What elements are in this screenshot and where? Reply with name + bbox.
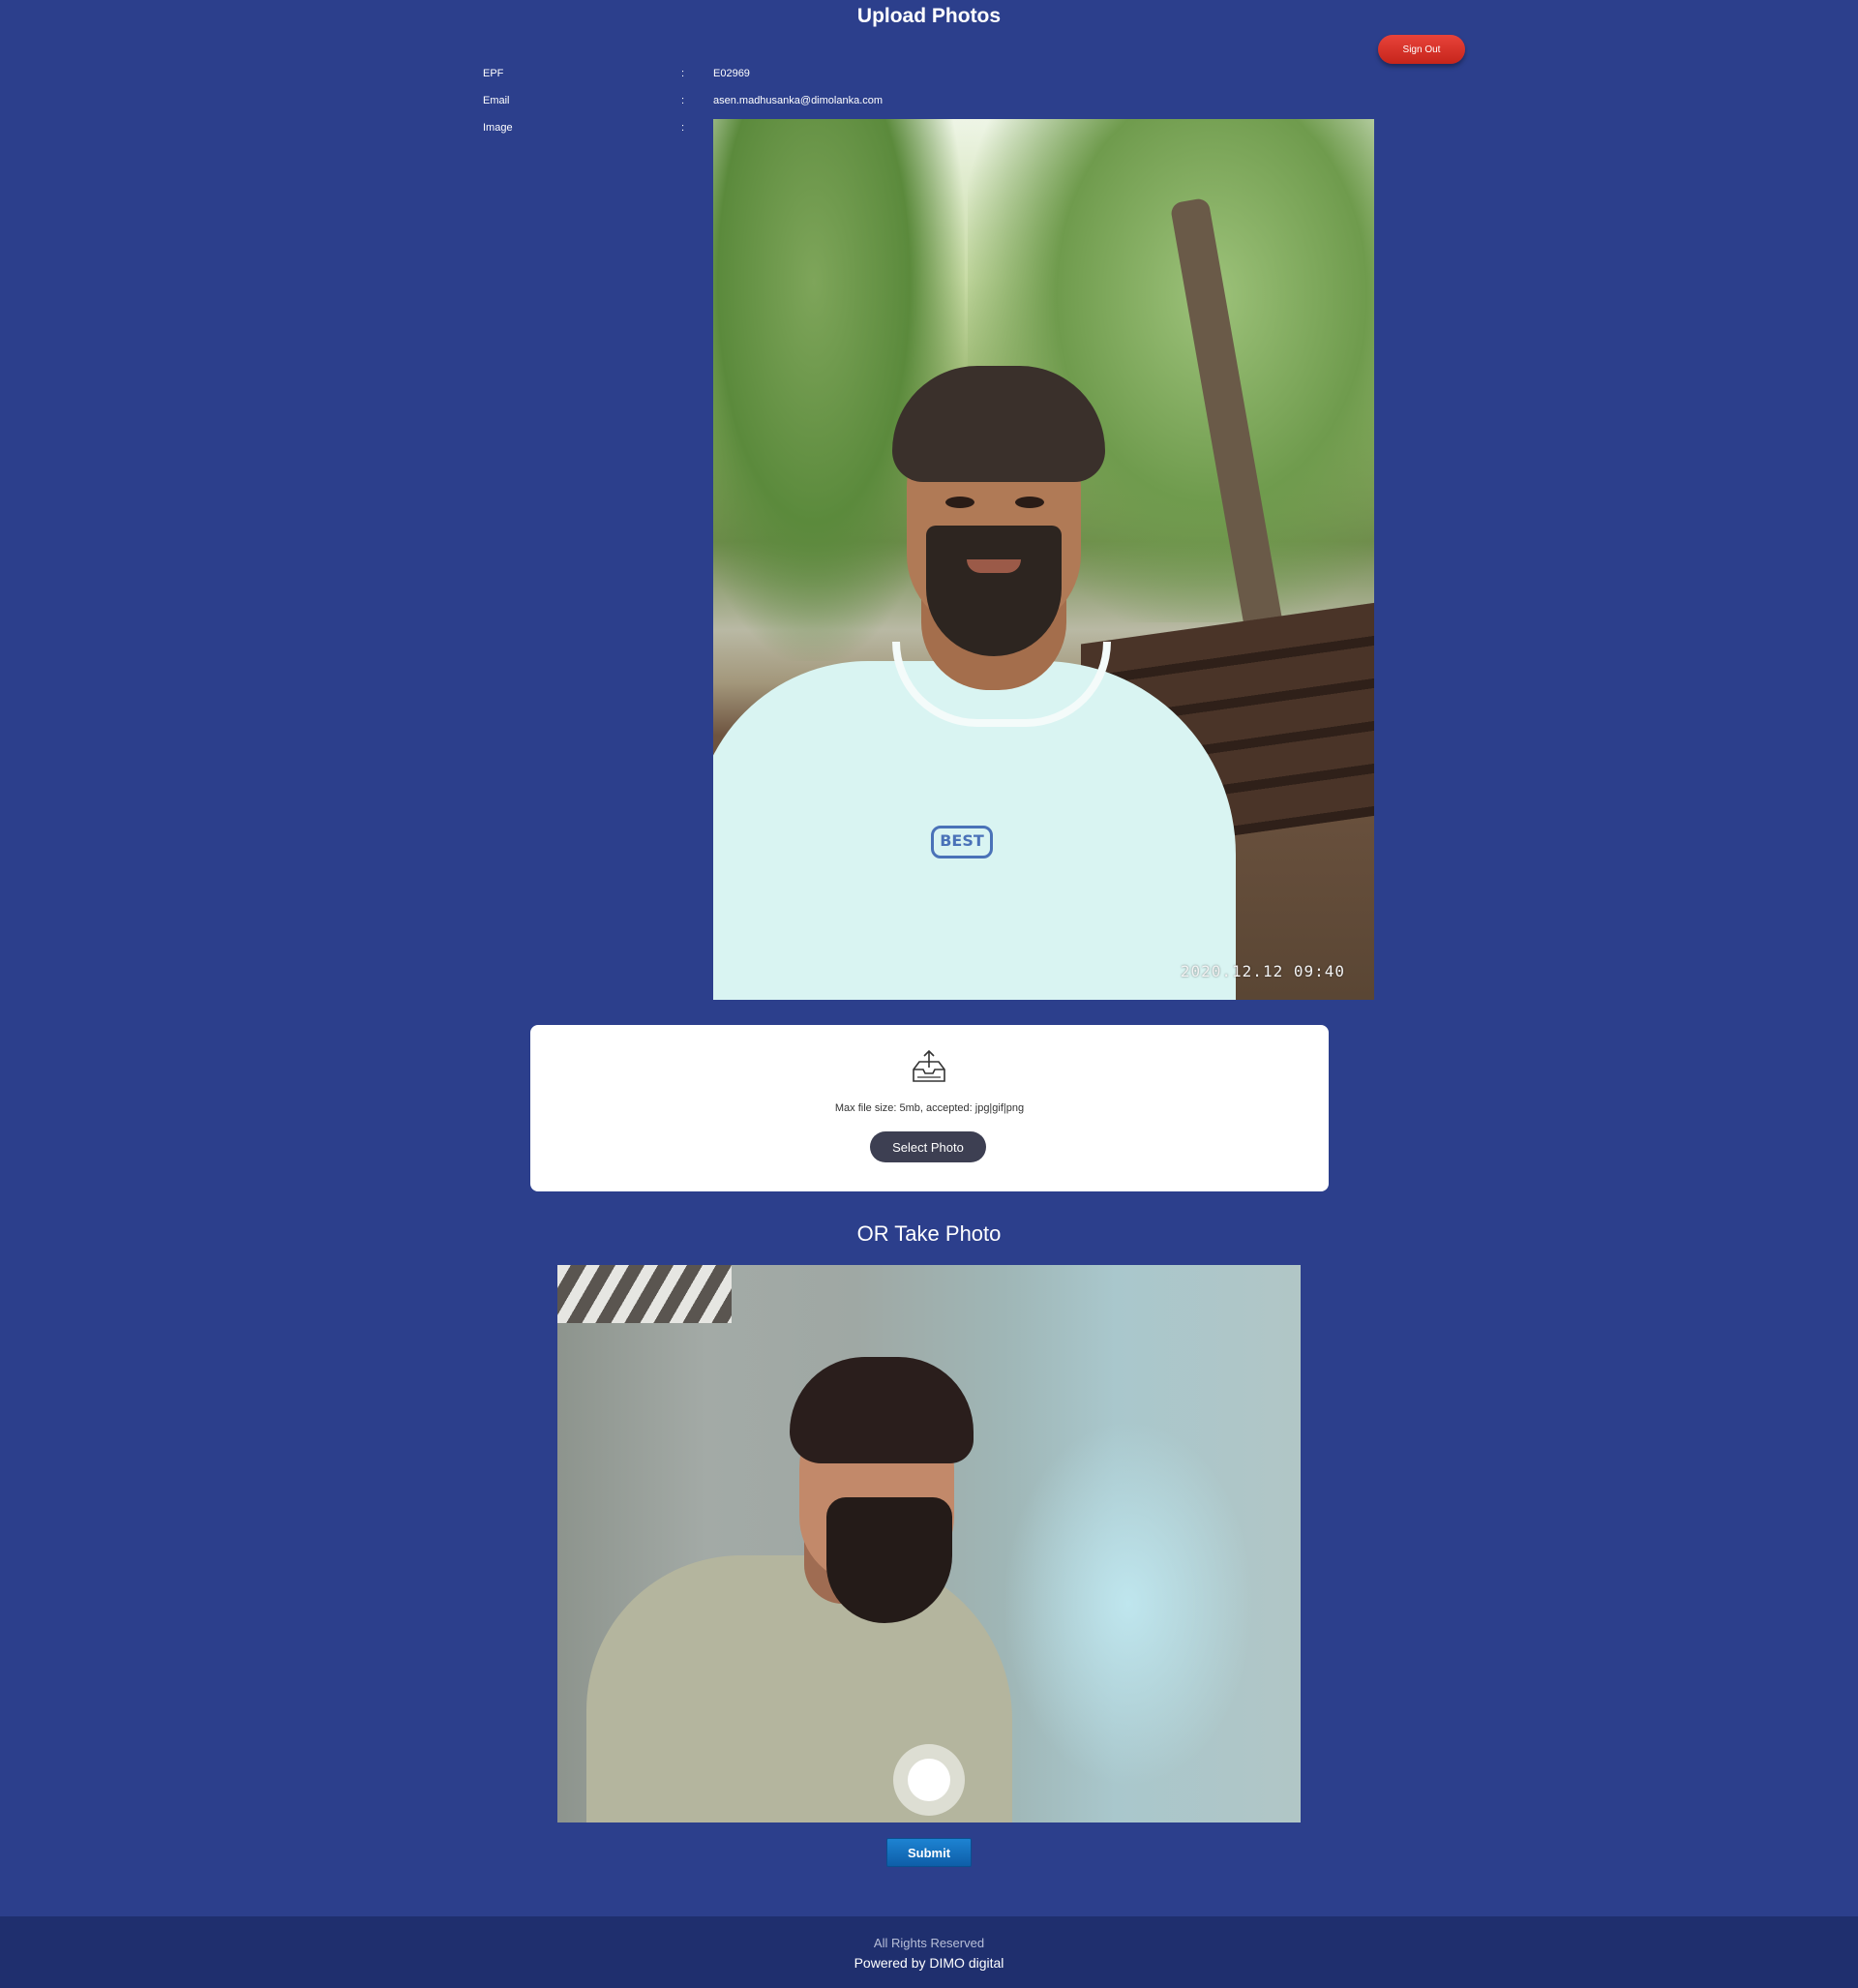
photo-eye-left xyxy=(945,497,974,508)
camera-preview xyxy=(557,1265,1301,1822)
upload-tray-icon xyxy=(913,1049,945,1082)
email-separator: : xyxy=(681,95,685,106)
photo-mouth xyxy=(967,559,1021,573)
capture-circle-icon xyxy=(908,1759,950,1801)
upload-hint: Max file size: 5mb, accepted: jpg|gif|pn… xyxy=(834,1102,1025,1114)
shirt-logo: BEST xyxy=(931,826,993,858)
epf-value: E02969 xyxy=(713,68,750,79)
photo-beard xyxy=(926,526,1062,656)
sign-out-button[interactable]: Sign Out xyxy=(1378,35,1465,64)
photo-timestamp: 2020.12.12 09:40 xyxy=(1180,962,1345,980)
upload-dropzone[interactable]: Max file size: 5mb, accepted: jpg|gif|pn… xyxy=(530,1025,1329,1191)
camera-wall-glow xyxy=(1003,1420,1254,1788)
uploaded-profile-photo: BEST 2020.12.12 09:40 xyxy=(713,119,1374,1000)
email-value: asen.madhusanka@dimolanka.com xyxy=(713,95,884,106)
epf-separator: : xyxy=(681,68,685,79)
footer: All Rights Reserved Powered by DIMO digi… xyxy=(0,1916,1858,1988)
footer-powered-by: Powered by DIMO digital xyxy=(854,1955,1004,1971)
page-title: Upload Photos xyxy=(856,5,1002,27)
photo-eye-right xyxy=(1015,497,1044,508)
submit-button[interactable]: Submit xyxy=(886,1838,972,1867)
image-label: Image xyxy=(483,122,513,134)
camera-ceiling xyxy=(557,1265,732,1323)
select-photo-button[interactable]: Select Photo xyxy=(870,1131,986,1162)
image-separator: : xyxy=(681,122,685,134)
email-label: Email xyxy=(483,95,510,106)
camera-person-hair xyxy=(790,1357,974,1463)
take-photo-heading: OR Take Photo xyxy=(856,1221,1002,1246)
epf-label: EPF xyxy=(483,68,504,79)
footer-rights: All Rights Reserved xyxy=(873,1936,985,1950)
capture-photo-button[interactable] xyxy=(893,1744,965,1816)
